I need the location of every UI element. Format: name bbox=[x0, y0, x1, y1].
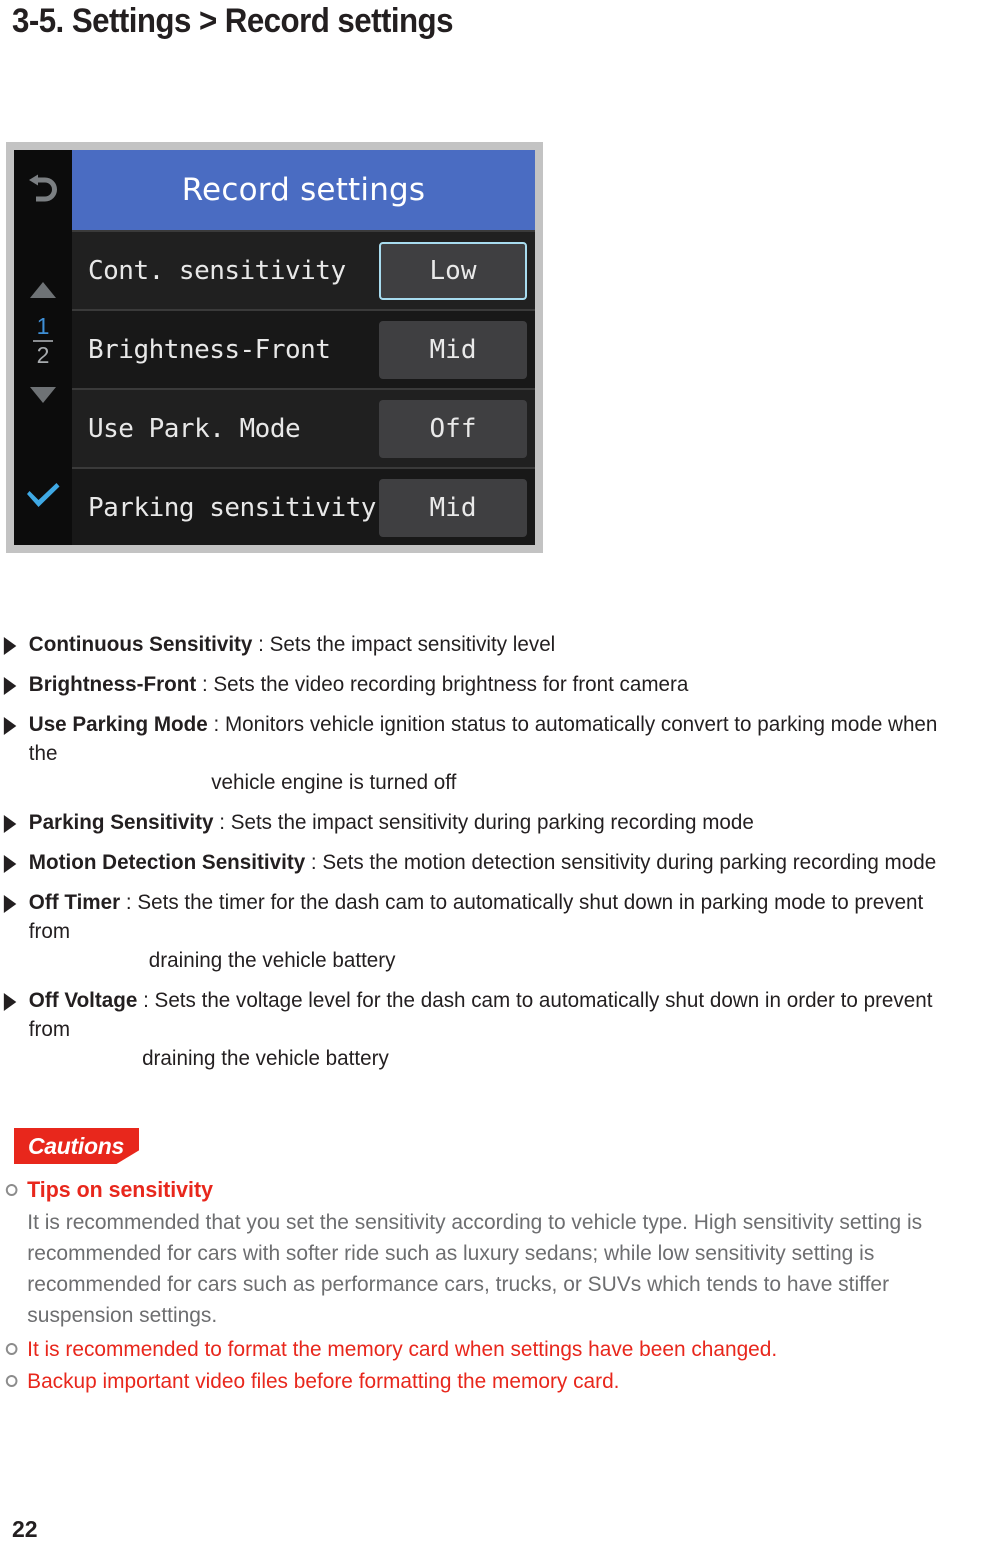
setting-value-button[interactable]: Mid bbox=[379, 478, 527, 537]
setting-label: Cont. sensitivity bbox=[88, 255, 346, 286]
circle-bullet-icon bbox=[5, 1375, 18, 1387]
device-header-title: Record settings bbox=[72, 150, 535, 230]
setting-row-use-park-mode[interactable]: Use Park. Mode Off bbox=[72, 388, 535, 467]
device-screenshot-figure: 1 2 Record settings Cont. sensitivity Lo… bbox=[6, 142, 543, 553]
term-label: Use Parking Mode bbox=[28, 712, 208, 736]
triangle-bullet-icon bbox=[3, 637, 17, 655]
caution-item-note2: Backup important video files before form… bbox=[0, 1366, 958, 1396]
triangle-bullet-icon bbox=[3, 895, 17, 913]
page-number: 22 bbox=[12, 1516, 38, 1542]
checkmark-icon[interactable] bbox=[24, 480, 62, 510]
term-description-continued: draining the vehicle battery bbox=[148, 948, 396, 972]
term-label: Off Timer bbox=[28, 890, 121, 914]
term-label: Brightness-Front bbox=[28, 672, 197, 696]
setting-row-brightness-front[interactable]: Brightness-Front Mid bbox=[72, 309, 535, 388]
list-item: Off Timer : Sets the timer for the dash … bbox=[0, 888, 948, 975]
term-description-continued: draining the vehicle battery bbox=[142, 1046, 389, 1070]
cautions-section: Tips on sensitivity It is recommended th… bbox=[0, 1175, 988, 1396]
list-item: Parking Sensitivity : Sets the impact se… bbox=[0, 808, 948, 837]
term-description: : Sets the impact sensitivity during par… bbox=[213, 810, 754, 834]
setting-value-button[interactable]: Mid bbox=[379, 320, 527, 379]
list-item: Motion Detection Sensitivity : Sets the … bbox=[0, 848, 948, 877]
cautions-badge: Cautions bbox=[14, 1128, 139, 1164]
setting-label: Use Park. Mode bbox=[88, 413, 301, 444]
list-item: Use Parking Mode : Monitors vehicle igni… bbox=[0, 710, 948, 797]
term-label: Parking Sensitivity bbox=[28, 810, 214, 834]
caution-note-text: It is recommended to format the memory c… bbox=[27, 1337, 778, 1361]
triangle-bullet-icon bbox=[3, 677, 17, 695]
setting-row-cont-sensitivity[interactable]: Cont. sensitivity Low bbox=[72, 230, 535, 309]
device-screen: 1 2 Record settings Cont. sensitivity Lo… bbox=[14, 150, 535, 545]
triangle-bullet-icon bbox=[3, 717, 17, 735]
device-settings-list: Record settings Cont. sensitivity Low Br… bbox=[72, 150, 535, 545]
caution-paragraph: It is recommended that you set the sensi… bbox=[27, 1210, 923, 1327]
caution-item-tips: Tips on sensitivity bbox=[0, 1175, 958, 1205]
term-label: Continuous Sensitivity bbox=[28, 632, 253, 656]
scroll-up-triangle-icon[interactable] bbox=[30, 282, 56, 298]
caution-heading: Tips on sensitivity bbox=[27, 1177, 213, 1202]
triangle-bullet-icon bbox=[3, 815, 17, 833]
page-title: 3-5. Settings > Record settings bbox=[12, 2, 453, 40]
term-description: : Sets the voltage level for the dash ca… bbox=[28, 988, 933, 1041]
feature-description-list: Continuous Sensitivity : Sets the impact… bbox=[0, 630, 988, 1084]
triangle-bullet-icon bbox=[3, 993, 17, 1011]
setting-label: Brightness-Front bbox=[88, 334, 331, 365]
term-description: : Sets the video recording brightness fo… bbox=[196, 672, 689, 696]
setting-label: Parking sensitivity bbox=[88, 492, 376, 523]
triangle-bullet-icon bbox=[3, 855, 17, 873]
setting-value-button[interactable]: Off bbox=[379, 399, 527, 458]
term-label: Off Voltage bbox=[28, 988, 138, 1012]
device-sidebar: 1 2 bbox=[14, 150, 72, 545]
circle-bullet-icon bbox=[5, 1184, 18, 1196]
term-label: Motion Detection Sensitivity bbox=[28, 850, 306, 874]
page-indicator-current: 1 bbox=[36, 313, 50, 339]
term-description: : Sets the timer for the dash cam to aut… bbox=[28, 890, 924, 943]
page-indicator: 1 2 bbox=[14, 315, 72, 367]
scroll-down-triangle-icon[interactable] bbox=[30, 387, 56, 403]
circle-bullet-icon bbox=[5, 1343, 18, 1355]
caution-note-text: Backup important video files before form… bbox=[27, 1369, 620, 1393]
setting-row-parking-sensitivity[interactable]: Parking sensitivity Mid bbox=[72, 467, 535, 545]
term-description: : Sets the impact sensitivity level bbox=[252, 632, 556, 656]
list-item: Brightness-Front : Sets the video record… bbox=[0, 670, 948, 699]
page-indicator-total: 2 bbox=[36, 342, 50, 368]
list-item: Continuous Sensitivity : Sets the impact… bbox=[0, 630, 948, 659]
term-description: : Sets the motion detection sensitivity … bbox=[305, 850, 937, 874]
back-arrow-icon[interactable] bbox=[25, 172, 61, 206]
list-item: Off Voltage : Sets the voltage level for… bbox=[0, 986, 948, 1073]
setting-value-button[interactable]: Low bbox=[379, 241, 527, 300]
caution-item-note1: It is recommended to format the memory c… bbox=[0, 1334, 958, 1364]
term-description-continued: vehicle engine is turned off bbox=[211, 770, 457, 794]
